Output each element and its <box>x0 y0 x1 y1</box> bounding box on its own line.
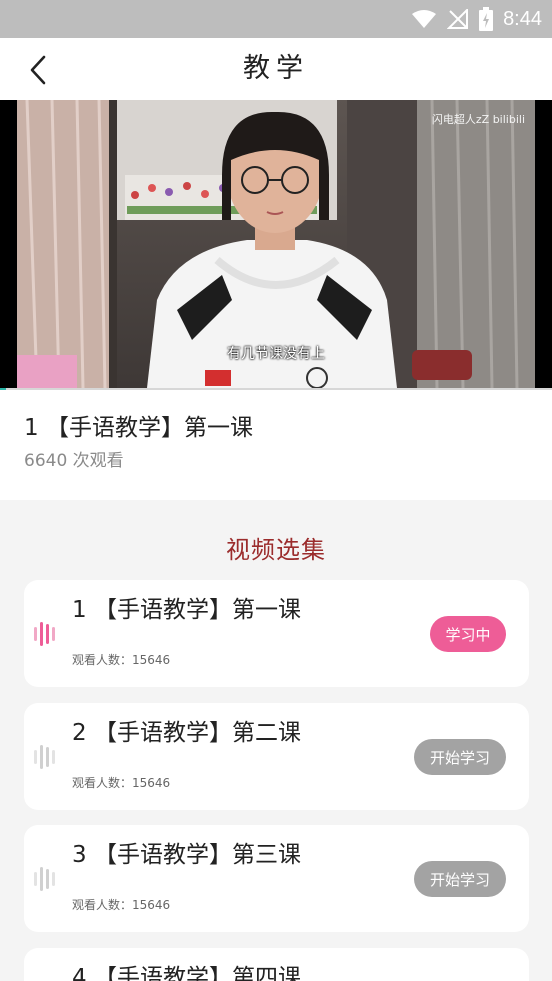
no-signal-icon <box>447 9 469 29</box>
view-count: 6640 次观看 <box>24 451 124 471</box>
episode-title: 2 【手语教学】第二课 <box>72 720 301 746</box>
episode-views: 观看人数：15646 <box>72 653 171 667</box>
episode-title: 3 【手语教学】第三课 <box>72 842 301 868</box>
video-frame[interactable]: 闪电超人zZ bilibili 有几节课没有上 <box>17 100 535 388</box>
section-title: 视频选集 <box>226 536 326 564</box>
status-time: 8:44 <box>503 7 542 30</box>
video-info: 1 【手语教学】第一课 6640 次观看 <box>0 390 552 500</box>
list-item[interactable]: 4 【手语教学】第四课 <box>24 948 529 981</box>
episode-title: 4 【手语教学】第四课 <box>72 965 301 981</box>
wifi-icon <box>412 10 437 28</box>
status-bar: 8:44 <box>0 0 552 38</box>
start-learning-button[interactable]: 开始学习 <box>414 861 506 897</box>
video-player[interactable]: 闪电超人zZ bilibili 有几节课没有上 <box>0 100 552 390</box>
studying-button[interactable]: 学习中 <box>430 616 506 652</box>
app-bar: 教学 <box>0 38 552 100</box>
episode-views: 观看人数：15646 <box>72 776 171 790</box>
episode-views: 观看人数：15646 <box>72 898 171 912</box>
audio-wave-icon <box>34 621 55 647</box>
audio-wave-icon <box>34 744 55 770</box>
audio-wave-icon <box>34 866 55 892</box>
start-learning-button[interactable]: 开始学习 <box>414 739 506 775</box>
video-title: 1 【手语教学】第一课 <box>24 415 253 441</box>
list-item[interactable]: 3 【手语教学】第三课 观看人数：15646 开始学习 <box>24 825 529 932</box>
battery-icon <box>479 7 494 31</box>
video-subtitle: 有几节课没有上 <box>227 346 325 362</box>
episode-title: 1 【手语教学】第一课 <box>72 597 301 623</box>
list-item[interactable]: 1 【手语教学】第一课 观看人数：15646 学习中 <box>24 580 529 687</box>
page-title: 教学 <box>243 53 309 84</box>
status-icons: 8:44 <box>411 6 542 32</box>
list-item[interactable]: 2 【手语教学】第二课 观看人数：15646 开始学习 <box>24 703 529 810</box>
video-watermark: 闪电超人zZ bilibili <box>431 113 525 126</box>
